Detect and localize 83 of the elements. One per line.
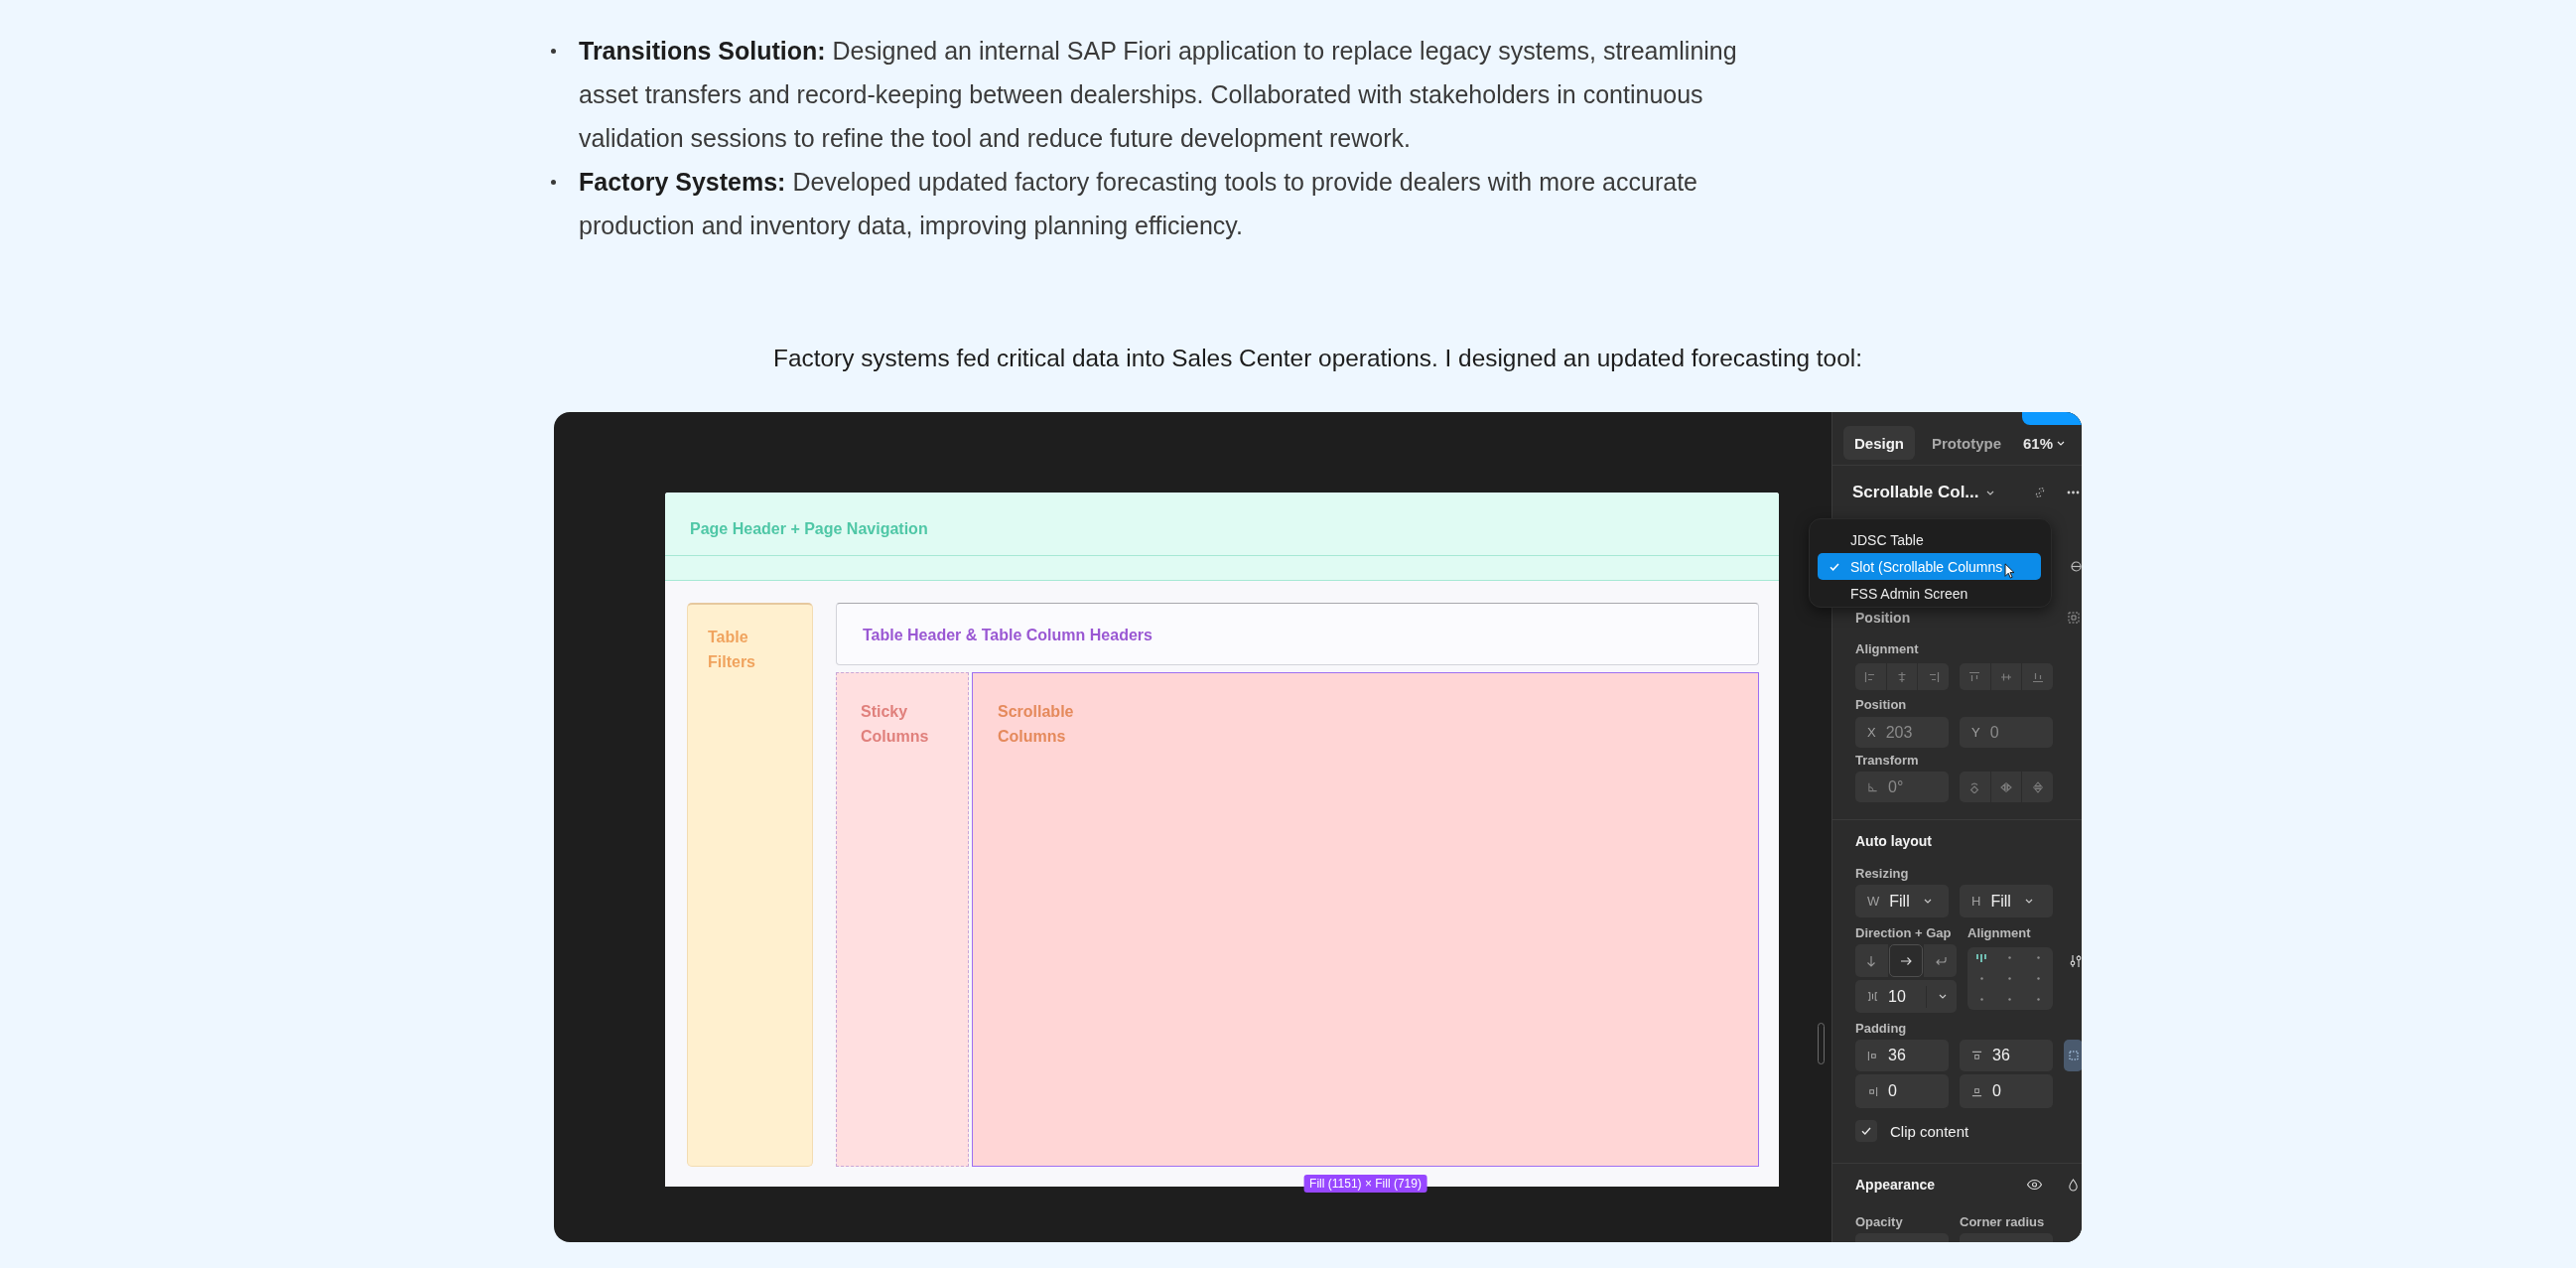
frame-icon[interactable]	[2068, 612, 2080, 624]
height-field[interactable]: H Fill	[1960, 885, 2053, 917]
align-center-icon	[1896, 670, 1908, 683]
panel-tab[interactable]: Prototype	[1921, 426, 2013, 460]
check-icon	[1830, 561, 1839, 572]
direction-gap-label: Direction + Gap	[1855, 924, 1953, 940]
padding-label: Padding	[1855, 1020, 1908, 1036]
padding-sides-button[interactable]	[2064, 1040, 2082, 1071]
rotate-icon	[1968, 780, 1981, 793]
menu-item[interactable]: JDSC Table	[1818, 526, 2041, 553]
toolbar-button[interactable]	[2022, 412, 2082, 425]
angle-icon	[1867, 781, 1878, 792]
down-arrow-icon	[1865, 954, 1878, 967]
alignment-label: Alignment	[1855, 640, 1920, 656]
align-bottom-icon	[2031, 670, 2044, 683]
padding-right-icon	[1867, 1085, 1878, 1097]
transform-label: Transform	[1855, 752, 1920, 768]
cursor-icon	[2004, 562, 2016, 579]
width-field[interactable]: W Fill	[1855, 885, 1949, 917]
layer-name[interactable]: Scrollable Col...	[1852, 483, 1979, 502]
bullet-text: Factory Systems: Developed updated factory forecasting tools to provide dealers with more accurate production and inventory data, improving planning efficiency.	[579, 167, 1698, 241]
direction-button[interactable]	[1888, 944, 1924, 977]
sticky-columns-label: Sticky Columns	[861, 702, 930, 747]
bullet-text: Transitions Solution: Designed an internal SAP Fiori application to replace legacy systems, streamlining asset transfers and record-keeping between dealerships. Collaborated with stakeholders in continuous validation sessions to refine the tool and reduce future development rework.	[579, 36, 1738, 154]
padding-bottom-icon	[1971, 1085, 1982, 1097]
direction-button[interactable]	[1924, 944, 1957, 977]
clip-content-checkbox[interactable]	[1855, 1120, 1877, 1142]
return-arrow-icon	[1934, 954, 1947, 967]
eye-icon[interactable]	[2026, 1179, 2043, 1191]
size-badge: Fill (1151) × Fill (719)	[1303, 1175, 1427, 1193]
image-caption: Factory systems fed critical data into Sales Center operations. I designed an updated forecasting tool:	[773, 345, 1862, 371]
align-left-icon	[1864, 670, 1877, 683]
padding-field[interactable]: 36	[1960, 1040, 2053, 1071]
flip-horizontal-icon	[2000, 780, 2012, 793]
width-label: W	[1867, 894, 1880, 909]
direction-button[interactable]	[1855, 944, 1888, 977]
more-icon[interactable]	[2067, 491, 2080, 494]
bullet-icon	[551, 180, 556, 185]
flip-vertical-icon	[2031, 780, 2044, 793]
scrollable-columns-label: Scrollable Columns	[998, 702, 1075, 747]
position-label: Position	[1855, 696, 1908, 712]
opacity-label: Opacity	[1855, 1213, 1904, 1229]
clip-content-label: Clip content	[1890, 1122, 1969, 1140]
padding-field[interactable]: 0	[1960, 1074, 2053, 1108]
align-right-icon	[1927, 670, 1940, 683]
y-axis-label: Y	[1971, 725, 1980, 740]
ring-icon[interactable]	[2071, 560, 2082, 572]
check-icon	[1860, 1125, 1872, 1137]
chevron-down-icon	[1939, 994, 1947, 999]
table-header-label: Table Header & Table Column Headers	[863, 627, 1152, 644]
alignment-label: Alignment	[1967, 924, 2032, 940]
gap-field[interactable]: 10	[1855, 980, 1957, 1013]
zoom-dropdown[interactable]: 61%	[2023, 434, 2066, 452]
align-top-icon	[1968, 670, 1981, 683]
gap-icon	[1867, 991, 1878, 1002]
chevron-down-icon	[1923, 899, 1932, 904]
x-axis-label: X	[1867, 725, 1876, 740]
padding-sides-icon	[2068, 1051, 2079, 1060]
padding-top-icon	[1971, 1050, 1982, 1061]
page-header-label: Page Header + Page Navigation	[690, 519, 928, 538]
table-filters-label: Table Filters	[708, 628, 756, 672]
chevron-down-icon	[2057, 440, 2066, 446]
panel-tab[interactable]: Design	[1843, 426, 1915, 460]
chevron-down-icon	[2024, 899, 2033, 904]
right-arrow-icon	[1900, 954, 1912, 967]
link-icon[interactable]	[2033, 486, 2047, 499]
menu-item[interactable]: Slot (Scrollable Columns	[1818, 553, 2041, 580]
padding-left-icon	[1867, 1050, 1878, 1061]
corner-radius-field[interactable]	[1960, 1233, 2053, 1242]
chevron-down-icon[interactable]	[1985, 490, 1994, 495]
menu-item[interactable]: FSS Admin Screen	[1818, 580, 2041, 607]
resizing-label: Resizing	[1855, 865, 1910, 881]
droplet-icon[interactable]	[2068, 1178, 2079, 1192]
opacity-field[interactable]	[1855, 1233, 1949, 1242]
position-section-title: Position	[1855, 610, 1911, 626]
auto-layout-title: Auto layout	[1855, 833, 1932, 849]
padding-field[interactable]: 36	[1855, 1040, 1949, 1071]
height-label: H	[1971, 894, 1981, 909]
corner-radius-label: Corner radius	[1960, 1213, 2046, 1229]
padding-field[interactable]: 0	[1855, 1074, 1949, 1108]
appearance-title: Appearance	[1855, 1177, 1936, 1193]
sliders-icon[interactable]	[2070, 954, 2082, 968]
bullet-icon	[551, 49, 556, 54]
